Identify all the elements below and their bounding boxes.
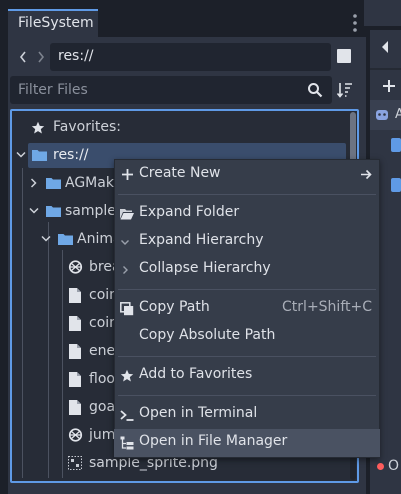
divider: [370, 68, 401, 70]
star-icon: [120, 369, 134, 382]
star-icon: [31, 121, 45, 134]
inspector-node-label: A: [395, 107, 401, 122]
tree-item-label: floo: [89, 371, 115, 387]
filter-files-field[interactable]: [10, 76, 332, 104]
status-dot-icon: [377, 463, 384, 470]
chevron-right-icon: [123, 266, 128, 274]
file-icon: [69, 372, 81, 387]
folder-open-icon: [120, 209, 134, 220]
menu-item-expand-hierarchy[interactable]: Expand Hierarchy: [114, 228, 380, 256]
menu-item-collapse-hierarchy[interactable]: Collapse Hierarchy: [114, 256, 380, 284]
path-field-value: res://: [58, 48, 94, 64]
tree-item-favorites[interactable]: Favorites:: [12, 113, 342, 141]
arrow-right-icon: [361, 169, 372, 180]
menu-item-create-new[interactable]: Create New: [114, 161, 380, 189]
tree-item-label: goa: [89, 399, 116, 415]
animation-file-icon: [68, 260, 83, 274]
menu-item-shortcut: Ctrl+Shift+C: [282, 299, 372, 315]
forward-icon[interactable]: [36, 48, 46, 66]
tree-item-label: jum: [89, 427, 116, 443]
inspector-tab-strip[interactable]: [364, 0, 401, 26]
folder-icon: [58, 234, 73, 245]
triangle-left-icon[interactable]: [380, 40, 390, 54]
tree-item-res-root-label: res://: [53, 147, 89, 163]
image-file-icon: [68, 456, 82, 470]
menu-separator: [118, 356, 376, 357]
menu-item-copy-absolute-path[interactable]: Copy Absolute Path: [114, 323, 380, 351]
menu-item-label: Open in File Manager: [139, 433, 288, 449]
split-mode-button[interactable]: [337, 49, 351, 63]
chevron-down-icon: [41, 235, 51, 242]
dock-menu-icon[interactable]: [351, 12, 359, 34]
plus-icon[interactable]: [382, 79, 396, 93]
plus-icon: [122, 169, 133, 180]
animation-file-icon: [68, 428, 83, 442]
menu-separator: [118, 289, 376, 290]
file-icon: [69, 288, 81, 303]
tree-item-favorites-label: Favorites:: [53, 119, 121, 135]
tree-item-label: sample: [65, 203, 116, 219]
terminal-icon: [120, 410, 134, 421]
checkbox[interactable]: [391, 138, 401, 152]
menu-item-label: Collapse Hierarchy: [139, 260, 271, 276]
file-manager-icon: [120, 436, 134, 450]
chevron-right-icon: [30, 178, 37, 188]
node-icon: [375, 108, 389, 122]
tab-filesystem-label: FileSystem: [18, 15, 94, 31]
chevron-down-icon: [121, 240, 129, 245]
menu-item-expand-folder[interactable]: Expand Folder: [114, 200, 380, 228]
file-icon: [69, 316, 81, 331]
menu-item-label: Copy Path: [139, 299, 210, 315]
path-field[interactable]: res://: [50, 43, 331, 71]
tree-item-label: ene: [89, 343, 116, 359]
menu-item-label: Expand Hierarchy: [139, 232, 264, 248]
menu-item-label: Add to Favorites: [139, 366, 253, 382]
menu-item-open-in-file-manager[interactable]: Open in File Manager: [114, 429, 380, 457]
copy-icon: [120, 302, 134, 316]
file-icon: [69, 344, 81, 359]
file-icon: [69, 400, 81, 415]
menu-item-label: Copy Absolute Path: [139, 327, 276, 343]
sort-icon[interactable]: [336, 81, 354, 99]
menu-item-add-to-favorites[interactable]: Add to Favorites: [114, 362, 380, 390]
chevron-down-icon: [29, 207, 39, 214]
menu-item-open-in-terminal[interactable]: Open in Terminal: [114, 401, 380, 429]
tab-filesystem[interactable]: FileSystem: [8, 9, 98, 37]
folder-icon: [46, 178, 61, 189]
menu-separator: [118, 194, 376, 195]
menu-item-label: Create New: [139, 165, 221, 181]
menu-item-label: Open in Terminal: [139, 405, 258, 421]
chevron-down-icon: [16, 151, 26, 158]
search-icon: [307, 82, 323, 98]
folder-icon: [32, 150, 47, 161]
checkbox[interactable]: [391, 178, 401, 192]
menu-item-label: Expand Folder: [139, 204, 240, 220]
filter-files-input[interactable]: [10, 76, 308, 104]
back-icon[interactable]: [18, 48, 28, 66]
folder-icon: [46, 206, 61, 217]
menu-separator: [118, 395, 376, 396]
menu-item-copy-path[interactable]: Copy Path Ctrl+Shift+C: [114, 295, 380, 323]
status-text: O: [388, 458, 400, 474]
